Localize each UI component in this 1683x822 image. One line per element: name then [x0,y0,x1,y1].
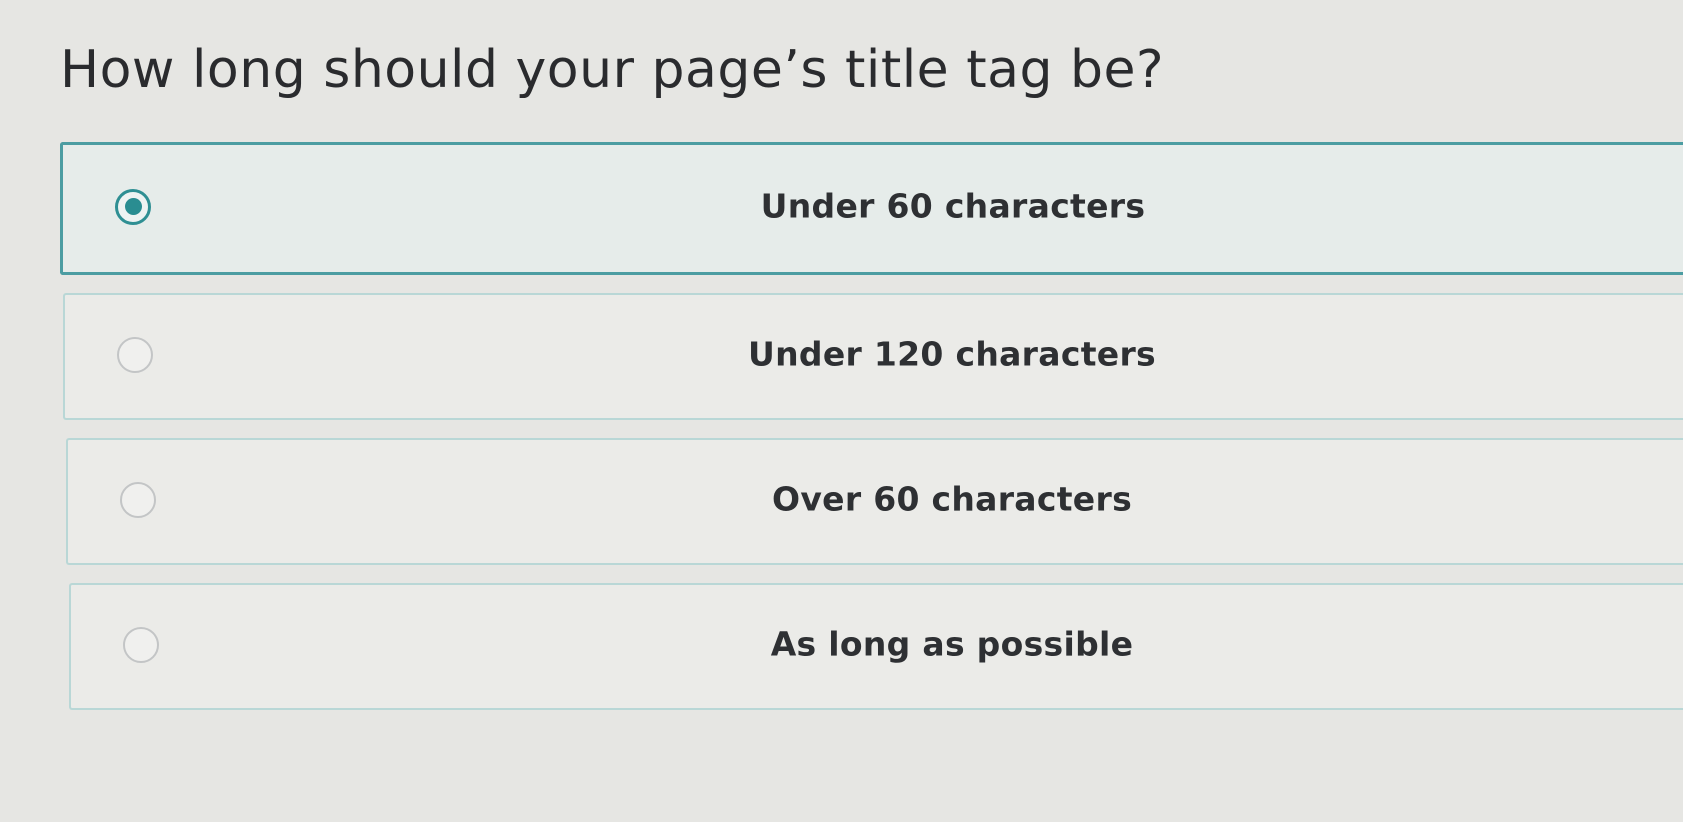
option-under-60-characters[interactable]: Under 60 characters [60,142,1683,275]
option-label: Under 60 characters [760,185,1146,225]
option-label: Under 120 characters [748,333,1156,373]
option-as-long-as-possible[interactable]: As long as possible [69,583,1683,710]
option-under-120-characters[interactable]: Under 120 characters [63,293,1683,420]
option-label: Over 60 characters [771,478,1133,518]
answer-options: Under 60 characters Under 120 characters… [60,142,1683,728]
option-label: As long as possible [770,623,1134,663]
option-over-60-characters[interactable]: Over 60 characters [66,438,1683,565]
question-title: How long should your page’s title tag be… [60,40,1165,100]
